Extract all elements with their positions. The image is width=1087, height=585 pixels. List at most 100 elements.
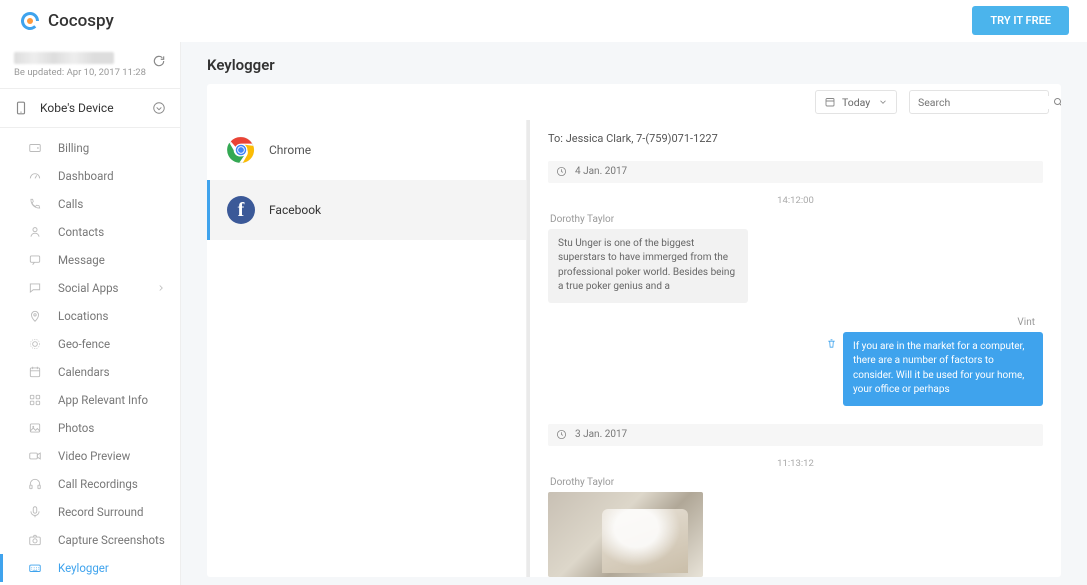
gauge-icon [28, 169, 42, 183]
message-sender: Dorothy Taylor [530, 477, 1061, 492]
grid-icon [28, 393, 42, 407]
nav-label: Calls [58, 197, 83, 211]
brand-icon [18, 9, 42, 33]
sidebar-item-calendars[interactable]: Calendars [0, 358, 180, 386]
nav-label: App Relevant Info [58, 393, 148, 407]
message-bubble-incoming: Stu Unger is one of the biggest supersta… [548, 229, 748, 303]
sidebar-item-photos[interactable]: Photos [0, 414, 180, 442]
user-icon [28, 225, 42, 239]
clock-icon [556, 429, 567, 440]
calendar-icon [28, 365, 42, 379]
nav-label: Social Apps [58, 281, 118, 295]
nav-label: Geo-fence [58, 337, 110, 351]
account-updated-text: Be updated: Apr 10, 2017 11:28 [14, 67, 166, 78]
sidebar-item-social[interactable]: Social Apps [0, 274, 180, 302]
chrome-icon [227, 136, 255, 164]
try-free-button[interactable]: TRY IT FREE [972, 6, 1069, 35]
device-selector[interactable]: Kobe's Device [0, 89, 180, 128]
conversation-to: To: Jessica Clark, 7-(759)071-1227 [530, 120, 1061, 157]
date-separator: 4 Jan. 2017 [548, 161, 1043, 183]
date-range-dropdown[interactable]: Today [815, 90, 897, 114]
chevron-down-icon [878, 97, 888, 107]
message-sender: Vint [530, 317, 1061, 332]
sidebar-nav: Billing Dashboard Calls Contacts Message… [0, 134, 180, 582]
date-text: 4 Jan. 2017 [575, 166, 627, 177]
brand-name: Cocospy [48, 11, 114, 31]
nav-label: Call Recordings [58, 477, 138, 491]
keyboard-icon [28, 561, 42, 575]
account-box: Be updated: Apr 10, 2017 11:28 [0, 42, 180, 89]
nav-label: Billing [58, 141, 89, 155]
content-columns: Chrome f Facebook To: Jessica Clark, 7-(… [207, 120, 1061, 577]
nav-label: Calendars [58, 365, 110, 379]
sidebar-item-recsurr[interactable]: Record Surround [0, 498, 180, 526]
mic-icon [28, 505, 42, 519]
nav-label: Video Preview [58, 449, 130, 463]
sidebar-item-locations[interactable]: Locations [0, 302, 180, 330]
brand-logo: Cocospy [18, 9, 114, 33]
app-label: Facebook [269, 203, 321, 217]
sidebar-item-dashboard[interactable]: Dashboard [0, 162, 180, 190]
app-header: Cocospy TRY IT FREE [0, 0, 1087, 42]
sidebar-item-video[interactable]: Video Preview [0, 442, 180, 470]
headset-icon [28, 477, 42, 491]
search-icon [1052, 96, 1061, 108]
panel-toolbar: Today [207, 84, 1061, 120]
nav-label: Record Surround [58, 505, 143, 519]
message-bubble-outgoing: If you are in the market for a computer,… [843, 332, 1043, 406]
search-input[interactable] [918, 96, 1052, 109]
clock-icon [556, 166, 567, 177]
nav-label: Capture Screenshots [58, 533, 165, 547]
fence-icon [28, 337, 42, 351]
message-sender: Dorothy Taylor [530, 214, 1061, 229]
wallet-icon [28, 141, 42, 155]
app-label: Chrome [269, 143, 311, 157]
message-icon [28, 253, 42, 267]
app-item-facebook[interactable]: f Facebook [207, 180, 526, 240]
message-time: 14:12:00 [530, 187, 1061, 214]
video-icon [28, 449, 42, 463]
keylogger-panel: Today Chrome [207, 84, 1061, 577]
date-separator: 3 Jan. 2017 [548, 424, 1043, 446]
calendar-icon [824, 96, 836, 108]
refresh-icon[interactable] [152, 54, 166, 68]
trash-icon[interactable] [826, 338, 837, 349]
nav-label: Photos [58, 421, 94, 435]
phone-icon [14, 101, 28, 115]
sidebar-item-capture[interactable]: Capture Screenshots [0, 526, 180, 554]
sidebar: Be updated: Apr 10, 2017 11:28 Kobe's De… [0, 42, 181, 585]
app-layout: Be updated: Apr 10, 2017 11:28 Kobe's De… [0, 42, 1087, 585]
chevron-right-icon [156, 283, 166, 293]
message-time: 11:13:12 [530, 450, 1061, 477]
app-list: Chrome f Facebook [207, 120, 527, 577]
nav-label: Contacts [58, 225, 104, 239]
sidebar-item-calls[interactable]: Calls [0, 190, 180, 218]
account-email-blurred [14, 52, 114, 64]
date-text: 3 Jan. 2017 [575, 429, 627, 440]
sidebar-item-geofence[interactable]: Geo-fence [0, 330, 180, 358]
phone-call-icon [28, 197, 42, 211]
nav-label: Message [58, 253, 105, 267]
page-title: Keylogger [181, 42, 1087, 84]
outgoing-row: If you are in the market for a computer,… [530, 332, 1061, 420]
sidebar-item-appinfo[interactable]: App Relevant Info [0, 386, 180, 414]
nav-label: Keylogger [58, 561, 109, 575]
chat-icon [28, 281, 42, 295]
date-range-label: Today [842, 96, 872, 109]
sidebar-item-callrec[interactable]: Call Recordings [0, 470, 180, 498]
conversation-pane: To: Jessica Clark, 7-(759)071-1227 4 Jan… [527, 120, 1061, 577]
message-photo-thumbnail[interactable] [548, 492, 703, 577]
main-content: Keylogger Today [181, 42, 1087, 585]
search-box[interactable] [909, 90, 1049, 114]
sidebar-item-keylogger[interactable]: Keylogger [0, 554, 180, 582]
nav-label: Locations [58, 309, 108, 323]
pin-icon [28, 309, 42, 323]
image-icon [28, 421, 42, 435]
sidebar-item-contacts[interactable]: Contacts [0, 218, 180, 246]
sidebar-item-billing[interactable]: Billing [0, 134, 180, 162]
app-item-chrome[interactable]: Chrome [207, 120, 526, 180]
chevron-down-circle-icon [152, 101, 166, 115]
device-label: Kobe's Device [40, 101, 114, 115]
facebook-icon: f [227, 196, 255, 224]
sidebar-item-message[interactable]: Message [0, 246, 180, 274]
